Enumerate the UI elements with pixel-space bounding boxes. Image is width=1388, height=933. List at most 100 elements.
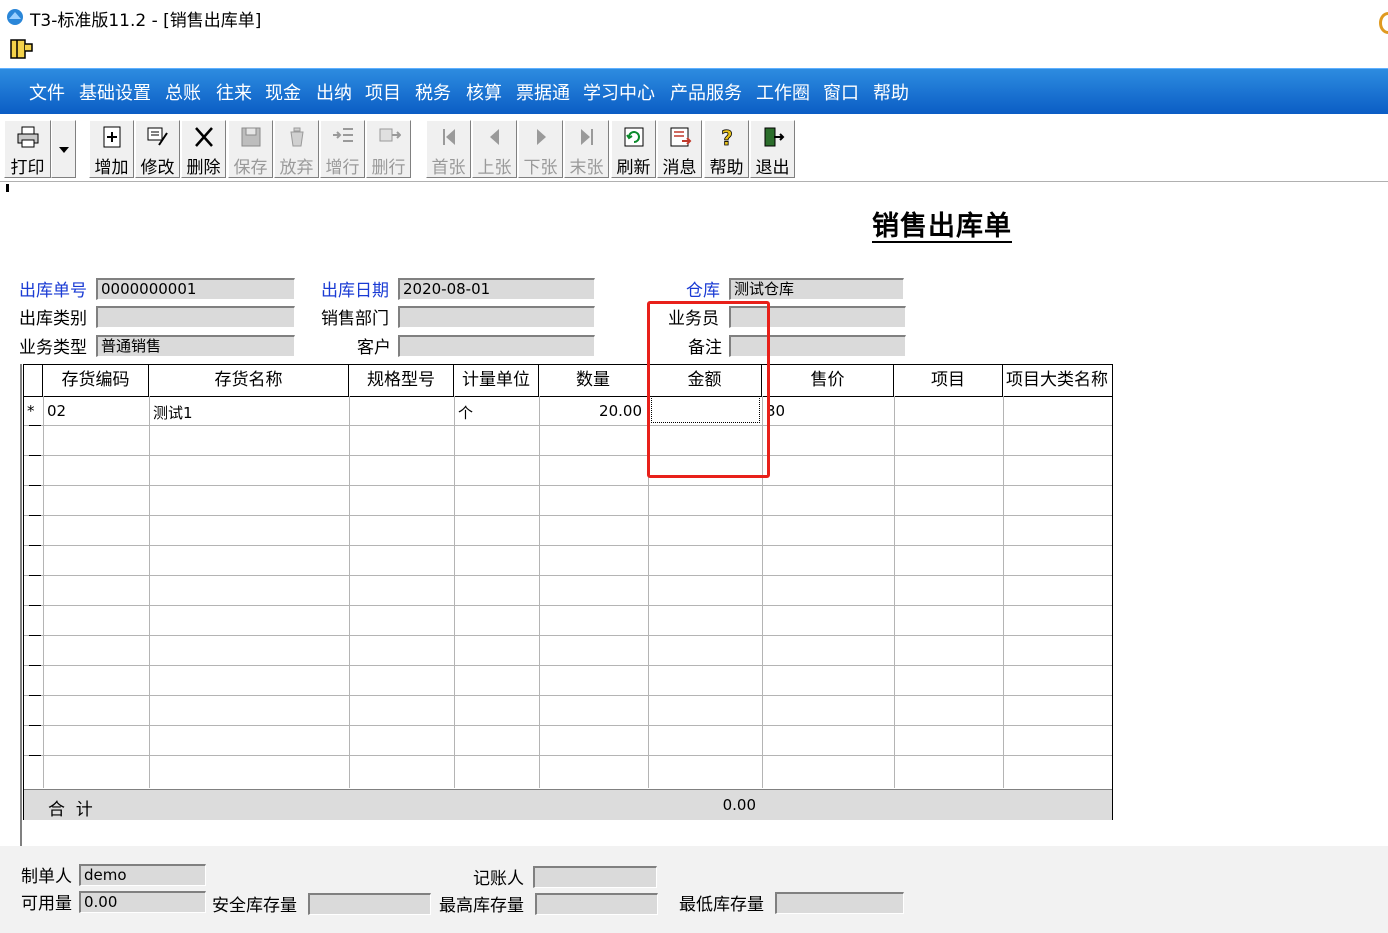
- delete-row-button[interactable]: 删行: [366, 120, 411, 178]
- message-button-label: 消息: [662, 158, 697, 178]
- row-marker: [29, 725, 41, 726]
- row-marker: [29, 605, 41, 606]
- column-header-price[interactable]: 售价: [762, 365, 894, 396]
- creator-field: demo: [79, 864, 206, 886]
- first-record-icon: [442, 129, 455, 145]
- cell-code[interactable]: 02: [47, 402, 66, 420]
- grid-hline: [24, 575, 1112, 576]
- next-record-icon: [536, 129, 546, 145]
- delete-button[interactable]: 删除: [181, 120, 226, 178]
- safety-stock-field: [308, 893, 431, 915]
- menu-cashier[interactable]: 出纳: [316, 79, 352, 105]
- add-row-button-label: 增行: [325, 158, 360, 178]
- menu-product-service[interactable]: 产品服务: [670, 79, 742, 105]
- menu-project[interactable]: 项目: [365, 79, 401, 105]
- cell-quantity[interactable]: 20.00: [599, 402, 642, 420]
- column-header-unit[interactable]: 计量单位: [454, 365, 539, 396]
- menu-cash[interactable]: 现金: [265, 79, 301, 105]
- column-header-name[interactable]: 存货名称: [149, 365, 349, 396]
- message-button[interactable]: 消息: [657, 120, 702, 178]
- grid-hline: [24, 695, 1112, 696]
- first-record-button[interactable]: 首张: [426, 120, 471, 178]
- delete-x-icon: [194, 127, 213, 147]
- document-title: 销售出库单: [872, 211, 1012, 242]
- sales-dept-field[interactable]: [398, 306, 595, 328]
- business-type-field[interactable]: 普通销售: [96, 335, 295, 357]
- total-amount: 0.00: [722, 796, 756, 814]
- add-button[interactable]: 增加: [89, 120, 134, 178]
- column-header-project[interactable]: 项目: [894, 365, 1003, 396]
- add-row-icon: [332, 128, 353, 142]
- cell-name[interactable]: 测试1: [153, 402, 193, 423]
- window-title: T3-标准版11.2 - [销售出库单]: [30, 11, 262, 31]
- out-date-field[interactable]: 2020-08-01: [398, 278, 595, 300]
- menu-accounting[interactable]: 核算: [466, 79, 502, 105]
- menu-accounts[interactable]: 往来: [216, 79, 252, 105]
- detail-grid[interactable]: 存货编码 存货名称 规格型号 计量单位 数量 金额 售价 项目 项目大类名称 *…: [23, 364, 1113, 820]
- document-window-icon[interactable]: [8, 37, 36, 61]
- add-doc-icon: [103, 126, 120, 148]
- business-type-label: 业务类型: [19, 338, 87, 358]
- menu-work-circle[interactable]: 工作圈: [756, 79, 810, 105]
- menu-learning-center[interactable]: 学习中心: [583, 79, 655, 105]
- column-header-quantity[interactable]: 数量: [539, 365, 648, 396]
- discard-button-label: 放弃: [279, 158, 314, 178]
- row-marker: [29, 695, 41, 696]
- prev-record-button-label: 上张: [477, 158, 512, 178]
- bookkeeper-label: 记账人: [473, 869, 524, 889]
- refresh-button-label: 刷新: [616, 158, 651, 178]
- help-icon: ?: [720, 126, 732, 149]
- grid-hline: [24, 755, 1112, 756]
- print-dropdown-button[interactable]: [51, 120, 76, 178]
- grid-hline: [24, 545, 1112, 546]
- menu-file[interactable]: 文件: [29, 79, 65, 105]
- add-button-label: 增加: [94, 158, 129, 178]
- row-marker: [29, 545, 41, 546]
- menu-help[interactable]: 帮助: [873, 79, 909, 105]
- prev-record-button[interactable]: 上张: [472, 120, 517, 178]
- out-no-label: 出库单号: [19, 281, 87, 301]
- row-marker: [29, 485, 41, 486]
- save-button[interactable]: 保存: [228, 120, 273, 178]
- next-record-button[interactable]: 下张: [518, 120, 563, 178]
- prev-record-icon: [489, 129, 499, 145]
- print-button[interactable]: 打印: [4, 120, 51, 178]
- out-no-field[interactable]: 0000000001: [96, 278, 295, 300]
- grid-hline: [24, 515, 1112, 516]
- available-qty-label: 可用量: [21, 894, 72, 914]
- cell-unit[interactable]: 个: [458, 402, 473, 423]
- first-record-button-label: 首张: [431, 158, 466, 178]
- grid-hline: [24, 485, 1112, 486]
- total-label: 合 计: [48, 800, 93, 820]
- toolbar-separator: [0, 181, 1388, 182]
- grid-hline: [24, 635, 1112, 636]
- column-header-spec[interactable]: 规格型号: [349, 365, 454, 396]
- row-marker: [29, 425, 41, 426]
- exit-button[interactable]: 退出: [750, 120, 795, 178]
- last-record-button[interactable]: 末张: [564, 120, 609, 178]
- help-button-label: 帮助: [709, 158, 744, 178]
- grid-hline: [24, 425, 1112, 426]
- menu-tax[interactable]: 税务: [415, 79, 451, 105]
- menu-basic-settings[interactable]: 基础设置: [79, 79, 151, 105]
- warehouse-field[interactable]: 测试仓库: [729, 278, 904, 300]
- row-indicator-header: [24, 365, 43, 396]
- column-header-code[interactable]: 存货编码: [43, 365, 149, 396]
- min-stock-label: 最低库存量: [679, 895, 764, 915]
- column-header-project-category[interactable]: 项目大类名称: [1003, 365, 1112, 396]
- row-marker: [29, 575, 41, 576]
- add-row-button[interactable]: 增行: [320, 120, 365, 178]
- printer-icon: [17, 126, 38, 148]
- menu-window[interactable]: 窗口: [823, 79, 859, 105]
- help-button[interactable]: ? 帮助: [704, 120, 749, 178]
- menu-general-ledger[interactable]: 总账: [165, 79, 201, 105]
- exit-icon: [764, 127, 784, 147]
- menu-bill-pass[interactable]: 票据通: [516, 79, 570, 105]
- edit-button[interactable]: 修改: [135, 120, 180, 178]
- next-record-button-label: 下张: [523, 158, 558, 178]
- out-category-field[interactable]: [96, 306, 295, 328]
- refresh-button[interactable]: 刷新: [611, 120, 656, 178]
- discard-button[interactable]: 放弃: [274, 120, 319, 178]
- customer-field[interactable]: [398, 335, 595, 357]
- bookkeeper-field: [533, 866, 657, 888]
